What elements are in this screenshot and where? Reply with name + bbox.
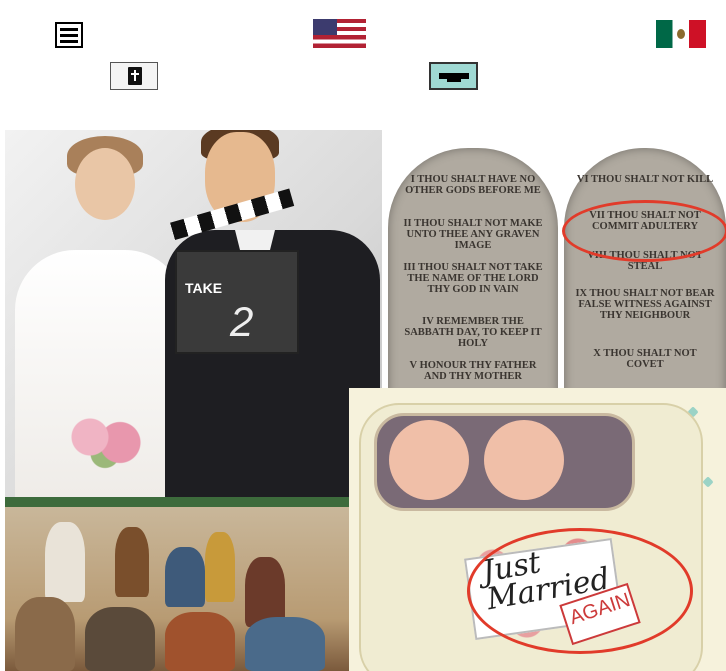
clapper-take-label: TAKE [185,280,223,296]
crowd-figure [165,612,235,671]
crowd-figure [245,617,325,671]
bride-face [75,148,135,220]
menu-line [60,34,78,37]
bible-icon[interactable] [110,62,158,90]
commandments-tablets-image: I THOU SHALT HAVE NO OTHER GODS BEFORE M… [382,130,726,388]
bible-book-shape [128,67,142,85]
crowd-figure [15,597,75,671]
kissing-bride [484,420,564,500]
commandment-text: III THOU SHALT NOT TAKE THE NAME OF THE … [403,262,543,295]
commandment-text: VI THOU SHALT NOT KILL [576,174,714,185]
video-screen-icon[interactable] [429,62,478,90]
commandment-text: X THOU SHALT NOT COVET [593,348,697,370]
jesus-teaching-painting [5,497,349,671]
menu-line [60,28,78,31]
crowd-figure [85,607,155,671]
clapper-take-number: 2 [230,298,254,345]
commandment-text: V HONOUR THY FATHER AND THY MOTHER [409,360,537,382]
tablet-right: VI THOU SHALT NOT KILL VII THOU SHALT NO… [564,148,726,388]
screen-stand [447,78,461,82]
commandment-text: IV REMEMBER THE SABBATH DAY, TO KEEP IT … [404,316,542,349]
flag-canton [313,19,337,35]
crowd-figure [115,527,149,597]
bridal-bouquet [60,415,160,470]
adultery-highlight-circle [562,200,726,262]
kissing-groom [389,420,469,500]
menu-line [60,40,78,43]
mexico-flag-icon[interactable] [656,20,706,48]
commandment-text: II THOU SHALT NOT MAKE UNTO THEE ANY GRA… [403,218,543,251]
again-highlight-circle [467,528,693,654]
jesus-figure [45,522,85,602]
just-married-car-illustration: Just Married AGAIN [349,388,726,671]
commandment-text: IX THOU SHALT NOT BEAR FALSE WITNESS AGA… [575,288,715,321]
us-flag-icon[interactable] [313,19,366,48]
crowd-figure [165,547,205,607]
tablet-left: I THOU SHALT HAVE NO OTHER GODS BEFORE M… [388,148,558,388]
heart-confetti [702,476,714,488]
flag-emblem [677,29,685,39]
wedding-photo: TAKE 2 [5,130,382,497]
crowd-figure [205,532,235,602]
commandment-text: I THOU SHALT HAVE NO OTHER GODS BEFORE M… [405,174,541,196]
hamburger-menu-icon[interactable] [55,22,83,48]
